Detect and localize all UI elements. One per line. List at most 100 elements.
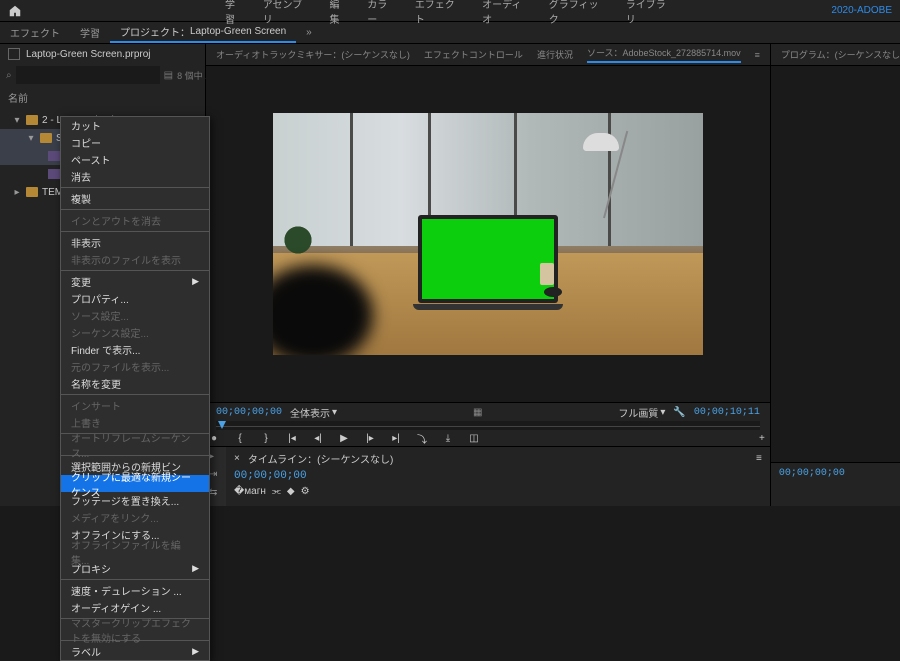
quality-dropdown[interactable]: フル画質 ▾ bbox=[618, 405, 665, 420]
tab-source[interactable]: ソース：AdobeStock_272885714.mov bbox=[587, 46, 741, 63]
video-preview bbox=[273, 113, 703, 355]
context-menu-item[interactable]: ラベル▶ bbox=[61, 643, 209, 660]
selection-tool-icon[interactable]: ▸ bbox=[209, 451, 223, 465]
go-to-in-button[interactable]: |◂ bbox=[284, 430, 300, 446]
source-in-timecode[interactable]: 00;00;00;00 bbox=[216, 407, 282, 418]
ws-learn[interactable]: 学習 bbox=[225, 0, 245, 26]
timeline-panel: ▸ ⇥ ⇆ × タイムライン：(シーケンスなし) ≡ 00;00;00;00 �… bbox=[206, 446, 770, 506]
home-icon[interactable] bbox=[8, 4, 22, 18]
ws-graphics[interactable]: グラフィック bbox=[549, 0, 608, 26]
tab-effect-controls[interactable]: エフェクトコントロール bbox=[424, 48, 523, 61]
program-monitor-panel: プログラム：(シーケンスなし) ≡ 00;00;00;00 bbox=[771, 44, 900, 506]
cloud-sync-label[interactable]: 2020-ADOBE bbox=[831, 5, 892, 16]
export-frame-button[interactable]: ◫ bbox=[466, 430, 482, 446]
tab-effects[interactable]: エフェクト bbox=[0, 22, 70, 43]
context-menu-item[interactable]: 非表示 bbox=[61, 234, 209, 251]
panel-menu-icon[interactable]: ≡ bbox=[756, 453, 762, 464]
context-menu-item[interactable]: 複製 bbox=[61, 190, 209, 207]
mark-out-button[interactable]: } bbox=[258, 430, 274, 446]
submenu-arrow-icon: ▶ bbox=[192, 646, 199, 657]
panel-menu-icon[interactable]: ≡ bbox=[755, 50, 760, 60]
app-topbar: 学習 アセンブリ 編集 カラー エフェクト オーディオ グラフィック ライブラリ… bbox=[0, 0, 900, 22]
context-menu-item: 非表示のファイルを表示 bbox=[61, 251, 209, 268]
submenu-arrow-icon: ▶ bbox=[192, 276, 199, 287]
context-menu-item: オフラインファイルを編集... bbox=[61, 543, 209, 560]
folder-icon bbox=[26, 115, 38, 125]
source-transport: 00;00;00;00 全体表示 ▾ ▦ フル画質 ▾ 🔧 00;00;10;1… bbox=[206, 402, 770, 446]
button-editor-icon[interactable]: + bbox=[754, 430, 770, 446]
context-menu-item[interactable]: オーディオゲイン ... bbox=[61, 599, 209, 616]
project-search-input[interactable] bbox=[16, 66, 160, 84]
timeline-timecode[interactable]: 00;00;00;00 bbox=[234, 470, 762, 482]
step-forward-button[interactable]: |▸ bbox=[362, 430, 378, 446]
folder-icon bbox=[40, 133, 52, 143]
ws-library[interactable]: ライブラリ bbox=[626, 0, 675, 26]
track-select-tool-icon[interactable]: ⇥ bbox=[209, 469, 223, 483]
source-monitor-viewport[interactable] bbox=[206, 66, 770, 402]
source-panel-tabs: オーディオトラックミキサー：(シーケンスなし) エフェクトコントロール 進行状況… bbox=[206, 44, 770, 66]
tab-program[interactable]: プログラム：(シーケンスなし) bbox=[781, 48, 900, 61]
context-menu-item[interactable]: プロキシ▶ bbox=[61, 560, 209, 577]
go-to-out-button[interactable]: ▸| bbox=[388, 430, 404, 446]
clip-icon bbox=[48, 151, 60, 161]
context-menu-item[interactable]: Finder で表示... bbox=[61, 341, 209, 358]
settings-icon[interactable]: ⚙ bbox=[301, 486, 310, 497]
ws-color[interactable]: カラー bbox=[367, 0, 397, 26]
chevron-down-icon: ▾ bbox=[332, 407, 337, 418]
context-menu-item[interactable]: 変更▶ bbox=[61, 273, 209, 290]
disclosure-triangle-icon[interactable]: ▾ bbox=[12, 115, 22, 125]
snap-icon[interactable]: �магн bbox=[234, 486, 266, 497]
workspace-switcher: 学習 アセンブリ 編集 カラー エフェクト オーディオ グラフィック ライブラリ bbox=[225, 0, 675, 26]
source-out-timecode[interactable]: 00;00;10;11 bbox=[694, 407, 760, 418]
timeline-title: タイムライン：(シーケンスなし) bbox=[248, 451, 393, 466]
context-menu-item: オートリフレームシーケンス... bbox=[61, 436, 209, 453]
source-time-ruler[interactable] bbox=[216, 421, 760, 430]
settings-grid-icon[interactable]: ▦ bbox=[473, 407, 482, 418]
context-menu-item[interactable]: ペースト bbox=[61, 151, 209, 168]
ws-effects[interactable]: エフェクト bbox=[415, 0, 464, 26]
insert-button[interactable]: ⤵ bbox=[414, 430, 430, 446]
tab-audio-mixer[interactable]: オーディオトラックミキサー：(シーケンスなし) bbox=[216, 48, 410, 61]
program-timecode[interactable]: 00;00;00;00 bbox=[779, 468, 845, 479]
context-menu-item[interactable]: コピー bbox=[61, 134, 209, 151]
disclosure-triangle-icon[interactable]: ▾ bbox=[26, 133, 36, 143]
fit-dropdown[interactable]: 全体表示 ▾ bbox=[290, 405, 337, 420]
context-menu-item[interactable]: 速度・デュレーション ... bbox=[61, 582, 209, 599]
context-menu-item[interactable]: カット bbox=[61, 117, 209, 134]
context-menu-item: インとアウトを消去 bbox=[61, 212, 209, 229]
context-menu-item: 元のファイルを表示... bbox=[61, 358, 209, 375]
step-back-button[interactable]: ◂| bbox=[310, 430, 326, 446]
context-menu-item[interactable]: クリップに最適な新規シーケンス bbox=[61, 475, 209, 492]
disclosure-triangle-icon[interactable]: ▸ bbox=[12, 187, 22, 197]
overwrite-button[interactable]: ⤓ bbox=[440, 430, 456, 446]
marker-icon[interactable]: ◆ bbox=[287, 486, 295, 497]
timeline-close-icon[interactable]: × bbox=[234, 453, 240, 464]
context-menu-item: 上書き bbox=[61, 414, 209, 431]
ws-assembly[interactable]: アセンブリ bbox=[263, 0, 312, 26]
search-icon: ⌕ bbox=[6, 70, 12, 81]
tab-progress[interactable]: 進行状況 bbox=[537, 48, 573, 61]
submenu-arrow-icon: ▶ bbox=[192, 563, 199, 574]
context-menu-item: ソース設定... bbox=[61, 307, 209, 324]
context-menu-item[interactable]: 消去 bbox=[61, 168, 209, 185]
filter-icon[interactable]: ▤ bbox=[164, 70, 173, 81]
clip-context-menu: カットコピーペースト消去複製インとアウトを消去非表示非表示のファイルを表示変更▶… bbox=[60, 116, 210, 661]
project-filename-row: Laptop-Green Screen.prproj bbox=[0, 44, 205, 64]
link-icon[interactable]: ⫘ bbox=[272, 486, 281, 497]
context-menu-item: マスタークリップエフェクトを無効にする bbox=[61, 621, 209, 638]
project-icon bbox=[8, 48, 20, 60]
context-menu-item[interactable]: 名称を変更 bbox=[61, 375, 209, 392]
wrench-icon[interactable]: 🔧 bbox=[673, 407, 685, 418]
ripple-tool-icon[interactable]: ⇆ bbox=[209, 487, 223, 501]
column-header-name[interactable]: 名前 bbox=[0, 86, 205, 109]
ws-edit[interactable]: 編集 bbox=[330, 0, 350, 26]
ws-audio[interactable]: オーディオ bbox=[482, 0, 531, 26]
context-menu-item[interactable]: オフラインにする... bbox=[61, 526, 209, 543]
tab-learn[interactable]: 学習 bbox=[70, 22, 110, 43]
playhead-icon[interactable] bbox=[218, 421, 226, 429]
program-monitor-viewport[interactable] bbox=[771, 66, 900, 462]
context-menu-item: メディアをリンク... bbox=[61, 509, 209, 526]
play-button[interactable]: ▶ bbox=[336, 430, 352, 446]
context-menu-item[interactable]: プロパティ... bbox=[61, 290, 209, 307]
mark-in-button[interactable]: { bbox=[232, 430, 248, 446]
